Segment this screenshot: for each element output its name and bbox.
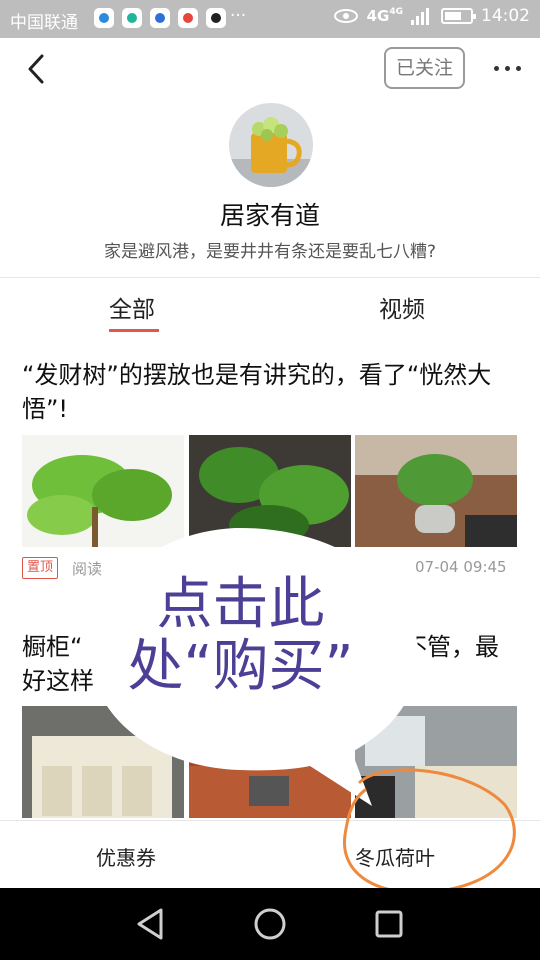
annotation-overlay bbox=[90, 527, 516, 894]
nav-recents-button[interactable] bbox=[371, 906, 407, 942]
highlight-circle bbox=[342, 768, 516, 894]
system-navigation-bar bbox=[0, 888, 540, 960]
nav-back-button[interactable] bbox=[133, 906, 169, 942]
nav-home-button[interactable] bbox=[252, 906, 288, 942]
callout-text: 点击此 处“购买” bbox=[127, 572, 354, 699]
circle-home-icon bbox=[254, 908, 286, 940]
triangle-back-icon bbox=[137, 908, 163, 940]
square-recents-icon bbox=[375, 910, 403, 938]
